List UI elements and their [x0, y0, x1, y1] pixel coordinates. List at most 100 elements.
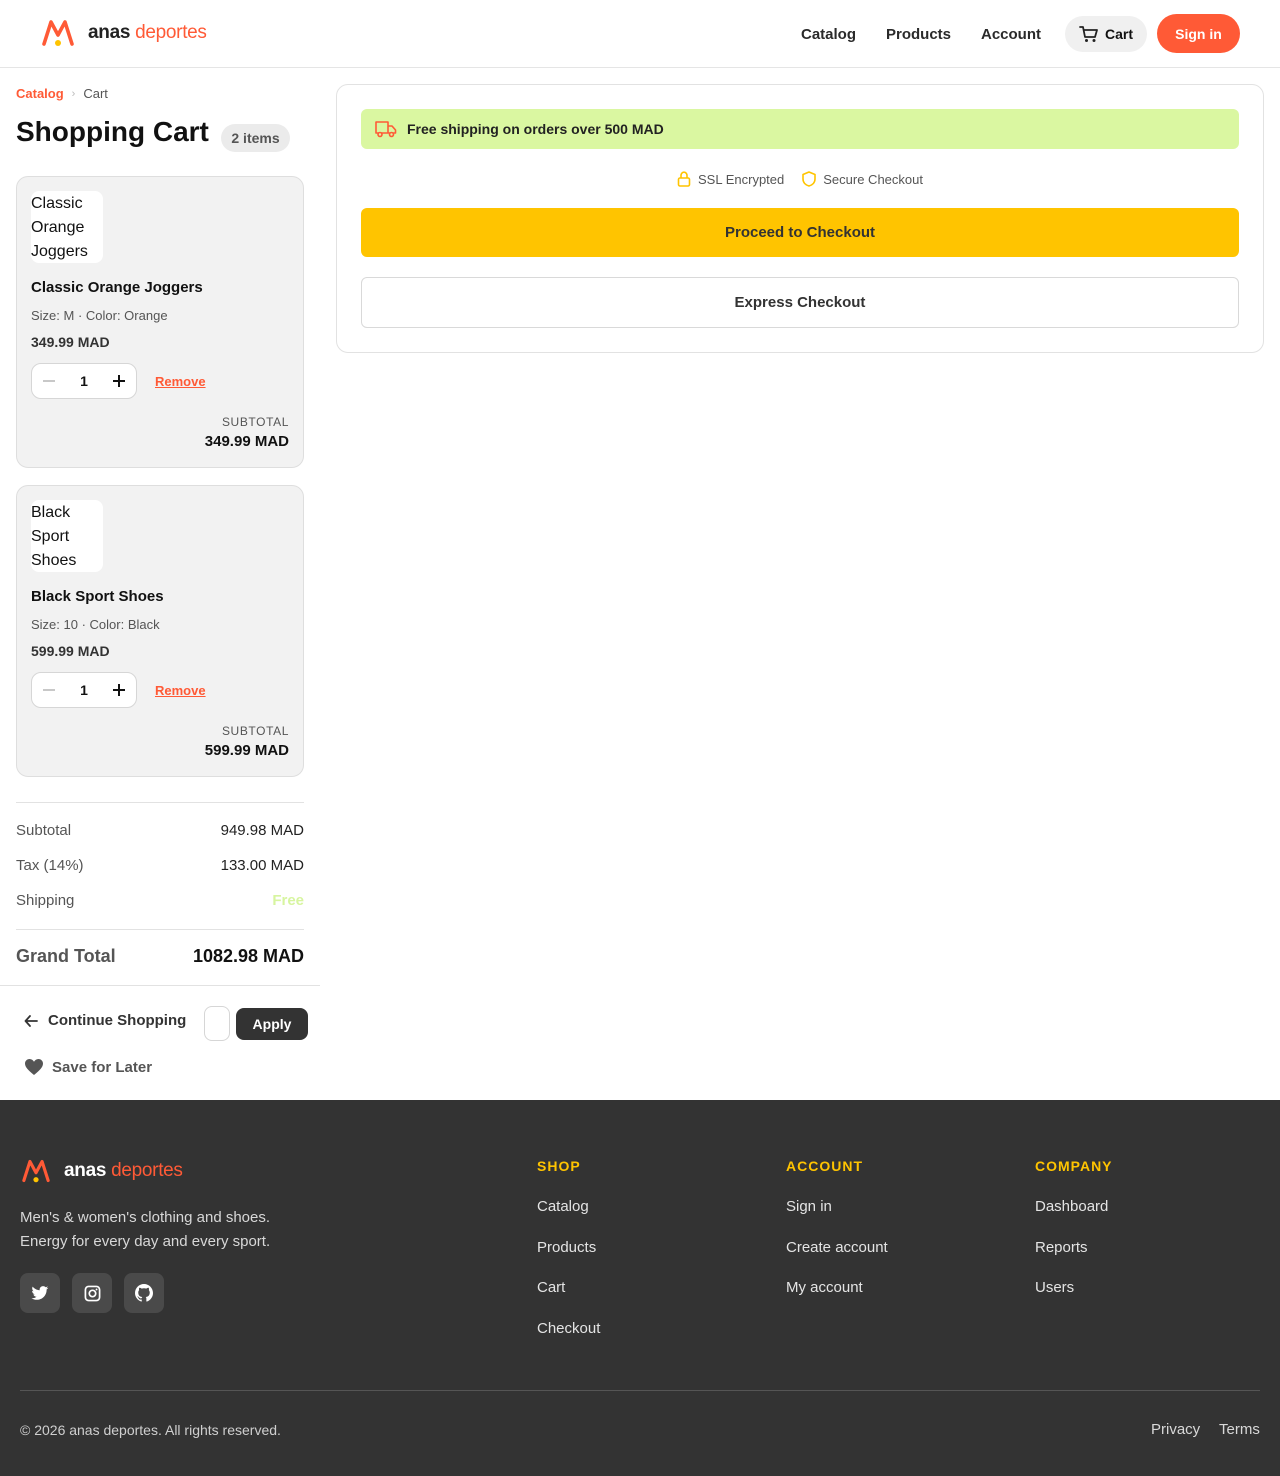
cart-item: Black Sport Shoes Black Sport Shoes Size… — [16, 485, 304, 777]
site-footer: anas deportes Men's & women's clothing a… — [0, 1100, 1280, 1476]
instagram-icon[interactable] — [72, 1273, 112, 1313]
quantity-decrease-button[interactable] — [32, 673, 66, 707]
express-checkout-button[interactable]: Express Checkout — [361, 277, 1239, 328]
shopping-cart-icon — [1079, 26, 1098, 42]
social-links — [20, 1273, 176, 1313]
footer-column-title: ACCOUNT — [786, 1158, 863, 1174]
trust-badges: SSL Encrypted Secure Checkout — [337, 171, 1263, 187]
footer-column-shop: SHOP Catalog Products Cart Checkout — [537, 1158, 600, 1337]
items-count-badge: 2 items — [221, 124, 290, 152]
footer-link-my-account[interactable]: My account — [786, 1279, 863, 1296]
product-image[interactable]: Classic Orange Joggers — [31, 191, 103, 263]
truck-icon — [375, 121, 397, 138]
product-name[interactable]: Classic Orange Joggers — [31, 279, 203, 296]
m-logo-icon — [42, 20, 74, 46]
footer-link-sign-in[interactable]: Sign in — [786, 1198, 832, 1215]
item-subtotal-label: SUBTOTAL — [221, 724, 289, 738]
quantity-increase-button[interactable] — [102, 364, 136, 398]
remove-item-button[interactable]: Remove — [155, 374, 206, 389]
summary-tax-row: Tax (14%) 133.00 MAD — [16, 857, 304, 874]
footer-link-users[interactable]: Users — [1035, 1279, 1074, 1296]
footer-link-catalog[interactable]: Catalog — [537, 1198, 589, 1215]
footer-column-title: COMPANY — [1035, 1158, 1113, 1174]
summary-tax-value: 133.00 MAD — [220, 857, 304, 874]
privacy-link[interactable]: Privacy — [1151, 1421, 1200, 1438]
grand-total-row: Grand Total 1082.98 MAD — [16, 946, 304, 967]
site-header: anas deportes Catalog Products Account C… — [0, 0, 1280, 68]
shield-icon — [802, 171, 817, 187]
summary-subtotal-row: Subtotal 949.98 MAD — [16, 822, 304, 839]
apply-promo-button[interactable]: Apply — [236, 1008, 308, 1040]
quantity-decrease-button[interactable] — [32, 364, 66, 398]
plus-icon — [113, 684, 125, 696]
chevron-right-icon: › — [71, 87, 76, 100]
signin-button[interactable]: Sign in — [1157, 14, 1240, 53]
save-for-later-label: Save for Later — [52, 1058, 153, 1076]
twitter-icon[interactable] — [20, 1273, 60, 1313]
free-shipping-banner: Free shipping on orders over 500 MAD — [361, 109, 1239, 149]
remove-item-button[interactable]: Remove — [155, 683, 206, 698]
footer-divider — [20, 1390, 1260, 1391]
promo-code-input[interactable] — [204, 1006, 230, 1041]
terms-link[interactable]: Terms — [1219, 1421, 1260, 1438]
github-icon[interactable] — [124, 1273, 164, 1313]
grand-total-value: 1082.98 MAD — [192, 946, 304, 966]
quantity-value[interactable]: 1 — [66, 673, 102, 707]
order-summary: Subtotal 949.98 MAD Tax (14%) 133.00 MAD… — [16, 802, 304, 966]
footer-brand-name: anas deportes — [64, 1160, 183, 1181]
summary-subtotal-value: 949.98 MAD — [220, 822, 304, 839]
continue-shopping-label: Continue Shopping — [48, 1012, 187, 1029]
nav-products[interactable]: Products — [886, 26, 951, 43]
summary-shipping-label: Shipping — [16, 892, 75, 909]
summary-shipping-value: Free — [272, 892, 304, 909]
cart-button[interactable]: Cart — [1065, 16, 1147, 52]
footer-link-cart[interactable]: Cart — [537, 1279, 565, 1296]
brand-name: anas deportes — [88, 22, 207, 43]
item-subtotal-value: 599.99 MAD — [204, 742, 289, 759]
arrow-left-icon — [24, 1014, 38, 1027]
product-variant: Size: 10 · Color: Black — [31, 617, 160, 632]
footer-link-products[interactable]: Products — [537, 1239, 596, 1256]
product-image[interactable]: Black Sport Shoes — [31, 500, 103, 572]
footer-column-account: ACCOUNT Sign in Create account My accoun… — [786, 1158, 888, 1296]
secure-checkout-badge: Secure Checkout — [802, 171, 923, 187]
footer-link-reports[interactable]: Reports — [1035, 1239, 1088, 1256]
summary-shipping-row: Shipping Free — [16, 892, 304, 909]
divider — [0, 985, 320, 986]
quantity-value[interactable]: 1 — [66, 364, 102, 398]
heart-icon — [25, 1059, 43, 1075]
nav-catalog[interactable]: Catalog — [801, 26, 856, 43]
footer-link-create-account[interactable]: Create account — [786, 1239, 888, 1256]
product-name[interactable]: Black Sport Shoes — [31, 588, 164, 605]
product-variant: Size: M · Color: Orange — [31, 308, 168, 323]
ssl-badge: SSL Encrypted — [677, 171, 784, 187]
m-logo-icon — [22, 1159, 50, 1183]
quantity-stepper: 1 — [31, 672, 137, 708]
free-shipping-text: Free shipping on orders over 500 MAD — [407, 121, 664, 137]
cart-button-label: Cart — [1104, 26, 1133, 42]
quantity-increase-button[interactable] — [102, 673, 136, 707]
copyright-text: © 2026 anas deportes. All rights reserve… — [20, 1422, 281, 1438]
item-subtotal-value: 349.99 MAD — [204, 433, 289, 450]
summary-subtotal-label: Subtotal — [16, 822, 72, 839]
lock-icon — [677, 171, 691, 187]
proceed-to-checkout-button[interactable]: Proceed to Checkout — [361, 208, 1239, 257]
continue-shopping-button[interactable]: Continue Shopping — [24, 1012, 186, 1029]
footer-link-checkout[interactable]: Checkout — [537, 1320, 600, 1337]
brand-logo[interactable]: anas deportes — [42, 18, 207, 48]
plus-icon — [113, 375, 125, 387]
footer-column-company: COMPANY Dashboard Reports Users — [1035, 1158, 1113, 1296]
footer-column-title: SHOP — [537, 1158, 581, 1174]
footer-brand-logo[interactable]: anas deportes — [22, 1158, 183, 1184]
quantity-stepper: 1 — [31, 363, 137, 399]
breadcrumb-catalog-link[interactable]: Catalog — [16, 86, 64, 101]
nav-account[interactable]: Account — [981, 26, 1041, 43]
breadcrumb-current: Cart — [83, 86, 108, 101]
save-for-later-button[interactable]: Save for Later — [24, 1058, 152, 1076]
product-price: 599.99 MAD — [31, 643, 110, 659]
footer-link-dashboard[interactable]: Dashboard — [1035, 1198, 1108, 1215]
grand-total-label: Grand Total — [16, 946, 116, 966]
product-price: 349.99 MAD — [31, 334, 110, 350]
summary-tax-label: Tax (14%) — [16, 857, 84, 874]
cart-item: Classic Orange Joggers Classic Orange Jo… — [16, 176, 304, 468]
